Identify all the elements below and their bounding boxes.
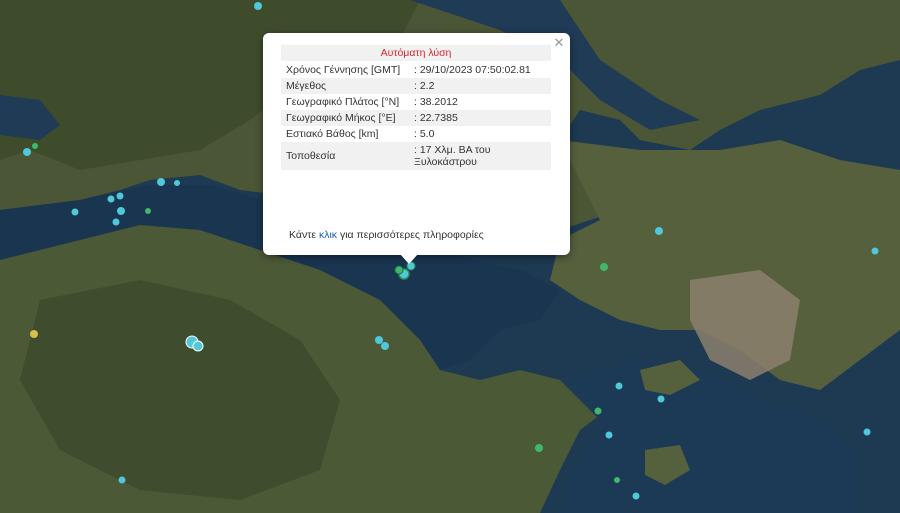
origin-time-value: : 29/10/2023 07:50:02.81 xyxy=(409,62,551,78)
more-info-link[interactable]: κλικ xyxy=(319,229,337,241)
earthquake-marker[interactable] xyxy=(71,208,79,216)
earthquake-marker[interactable] xyxy=(157,178,165,186)
earthquake-marker[interactable] xyxy=(394,265,404,275)
table-row: Τοποθεσία : 17 Χλμ. ΒΑ του Ξυλοκάστρου xyxy=(281,142,551,170)
earthquake-marker[interactable] xyxy=(107,195,115,203)
depth-label: Εστιακό Βάθος [km] xyxy=(281,126,409,142)
earthquake-marker[interactable] xyxy=(615,382,623,390)
table-row: Χρόνος Γέννησης [GMT] : 29/10/2023 07:50… xyxy=(281,62,551,78)
earthquake-marker[interactable] xyxy=(594,407,602,415)
earthquake-marker[interactable] xyxy=(112,218,120,226)
earthquake-marker[interactable] xyxy=(375,336,383,344)
location-label: Τοποθεσία xyxy=(281,142,409,170)
table-row: Εστιακό Βάθος [km] : 5.0 xyxy=(281,126,551,142)
location-value: : 17 Χλμ. ΒΑ του Ξυλοκάστρου xyxy=(409,142,551,170)
close-icon[interactable]: ✕ xyxy=(552,36,566,50)
earthquake-marker[interactable] xyxy=(600,263,608,271)
earthquake-marker[interactable] xyxy=(23,148,31,156)
earthquake-marker[interactable] xyxy=(632,492,640,500)
longitude-label: Γεωγραφικό Μήκος [°E] xyxy=(281,110,409,126)
earthquake-marker[interactable] xyxy=(871,247,879,255)
more-info-suffix: για περισσότερες πληροφορίες xyxy=(337,229,484,241)
earthquake-marker[interactable] xyxy=(863,428,871,436)
popup-title: Αυτόματη λύση xyxy=(281,45,551,61)
earthquake-info-popup: ✕ Αυτόματη λύση Χρόνος Γέννησης [GMT] : … xyxy=(263,33,570,255)
earthquake-marker[interactable] xyxy=(605,431,613,439)
magnitude-label: Μέγεθος xyxy=(281,78,409,94)
earthquake-marker[interactable] xyxy=(117,207,125,215)
table-row: Μέγεθος : 2.2 xyxy=(281,78,551,94)
table-row: Γεωγραφικό Μήκος [°E] : 22.7385 xyxy=(281,110,551,126)
latitude-label: Γεωγραφικό Πλάτος [°N] xyxy=(281,94,409,110)
earthquake-marker[interactable] xyxy=(535,444,543,452)
earthquake-marker[interactable] xyxy=(655,227,663,235)
earthquake-marker[interactable] xyxy=(145,208,151,214)
earthquake-info-table: Χρόνος Γέννησης [GMT] : 29/10/2023 07:50… xyxy=(281,62,551,170)
more-info-prefix: Κάντε xyxy=(289,229,319,241)
origin-time-label: Χρόνος Γέννησης [GMT] xyxy=(281,62,409,78)
earthquake-marker[interactable] xyxy=(32,143,38,149)
more-info-text: Κάντε κλικ για περισσότερες πληροφορίες xyxy=(289,229,484,241)
popup-tail xyxy=(400,254,418,264)
earthquake-marker[interactable] xyxy=(381,342,389,350)
magnitude-value: : 2.2 xyxy=(409,78,551,94)
earthquake-marker[interactable] xyxy=(614,477,620,483)
earthquake-marker[interactable] xyxy=(192,340,204,352)
earthquake-marker[interactable] xyxy=(30,330,38,338)
earthquake-marker[interactable] xyxy=(174,180,180,186)
earthquake-marker[interactable] xyxy=(116,192,124,200)
earthquake-marker[interactable] xyxy=(254,2,262,10)
longitude-value: : 22.7385 xyxy=(409,110,551,126)
table-row: Γεωγραφικό Πλάτος [°N] : 38.2012 xyxy=(281,94,551,110)
earthquake-marker[interactable] xyxy=(118,476,126,484)
depth-value: : 5.0 xyxy=(409,126,551,142)
latitude-value: : 38.2012 xyxy=(409,94,551,110)
earthquake-marker[interactable] xyxy=(657,395,665,403)
